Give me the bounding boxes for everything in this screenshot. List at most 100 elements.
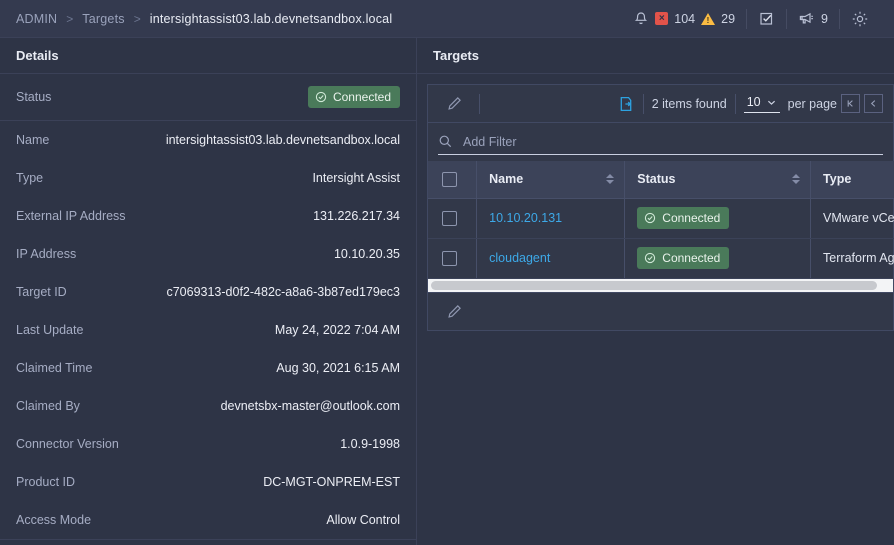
breadcrumb: ADMIN > Targets > intersightassist03.lab…	[16, 12, 622, 26]
cell-type: Terraform Agent	[810, 238, 894, 279]
row-checkbox[interactable]	[442, 250, 457, 266]
prev-page-button[interactable]	[864, 94, 883, 113]
horizontal-scrollbar[interactable]	[428, 278, 893, 292]
targets-table: Name Status Type 10.10.20.131 Connected …	[428, 161, 894, 279]
checklist-icon[interactable]	[758, 10, 775, 27]
status-badge: Connected	[637, 207, 730, 229]
column-label: Name	[489, 172, 524, 187]
page-size-value: 10	[746, 95, 761, 109]
status-badge: Connected	[307, 86, 400, 108]
status-badge-label: Connected	[332, 90, 391, 104]
critical-square-icon: ×	[655, 12, 669, 25]
cell-name: cloudagent	[476, 238, 626, 279]
top-bar: ADMIN > Targets > intersightassist03.lab…	[0, 0, 894, 38]
main-content: Details Status Connected Name intersight…	[0, 38, 894, 545]
row-select-cell[interactable]	[428, 238, 478, 279]
page-size-select[interactable]: 10	[743, 94, 780, 113]
details-label: IP Address	[16, 247, 77, 261]
row-checkbox[interactable]	[442, 210, 457, 226]
targets-pane: Targets 2 items found 10 per page Add Fi…	[417, 38, 894, 545]
details-label: Connector Version	[16, 437, 119, 451]
gear-icon[interactable]	[851, 10, 869, 28]
top-bar-actions: × 104 29 9	[622, 8, 880, 29]
details-row-access-mode: Access Mode Allow Control	[0, 501, 416, 539]
scrollbar-thumb[interactable]	[431, 280, 878, 290]
details-label: Name	[16, 133, 50, 147]
details-value: intersightassist03.lab.devnetsandbox.loc…	[165, 133, 400, 147]
tasks-button[interactable]	[747, 10, 786, 27]
warning-triangle-icon	[701, 12, 716, 25]
details-value: Aug 30, 2021 6:15 AM	[276, 361, 400, 375]
details-row-connector-version: Connector Version 1.0.9-1998	[0, 425, 416, 463]
column-label: Type	[823, 172, 852, 187]
target-link[interactable]: cloudagent	[489, 251, 550, 265]
first-page-button[interactable]	[841, 94, 860, 113]
select-all-checkbox[interactable]	[442, 171, 457, 187]
export-icon[interactable]	[617, 95, 635, 113]
status-badge-label: Connected	[662, 251, 721, 265]
cell-status: Connected	[624, 198, 812, 239]
sort-icon[interactable]	[792, 174, 801, 185]
announcements-button[interactable]: 9	[787, 10, 839, 27]
details-label: Claimed By	[16, 399, 80, 413]
details-row-product-id: Product ID DC-MGT-ONPREM-EST	[0, 463, 416, 501]
breadcrumb-separator: >	[133, 11, 141, 26]
column-header-type[interactable]: Type	[810, 161, 894, 199]
table-row[interactable]: cloudagent Connected Terraform Ag	[428, 238, 894, 279]
details-label: Type	[16, 171, 44, 185]
details-label: Claimed Time	[16, 361, 93, 375]
details-value: Allow Control	[326, 513, 400, 527]
status-badge: Connected	[637, 247, 730, 269]
sort-icon[interactable]	[606, 174, 615, 185]
details-value: 10.10.20.35	[333, 247, 400, 261]
bell-icon[interactable]	[633, 11, 649, 27]
column-header-status[interactable]: Status	[624, 161, 812, 199]
details-row-claimed-time: Claimed Time Aug 30, 2021 6:15 AM	[0, 349, 416, 387]
check-circle-icon	[644, 212, 656, 224]
details-row-type: Type Intersight Assist	[0, 159, 416, 197]
pencil-icon[interactable]	[438, 303, 471, 320]
breadcrumb-separator: >	[66, 11, 74, 26]
alarm-summary[interactable]: × 104 29	[622, 11, 746, 27]
cell-type: VMware vCenter	[810, 198, 894, 239]
filter-row: Add Filter	[428, 123, 893, 161]
settings-button[interactable]	[840, 10, 880, 28]
check-circle-icon	[315, 91, 327, 103]
details-list: Status Connected Name intersightassist03…	[0, 74, 416, 545]
row-select-cell[interactable]	[428, 198, 478, 239]
divider	[734, 93, 736, 114]
details-row-claimed-by: Claimed By devnetsbx-master@outlook.com	[0, 387, 416, 425]
chevron-down-icon	[766, 97, 777, 108]
cell-name: 10.10.20.131	[476, 198, 626, 239]
filter-input-wrap[interactable]: Add Filter	[438, 130, 883, 155]
details-row-target-id: Target ID c7069313-d0f2-482c-a8a6-3b87ed…	[0, 273, 416, 311]
filter-placeholder: Add Filter	[463, 134, 517, 149]
breadcrumb-item-targets[interactable]: Targets	[82, 12, 124, 26]
breadcrumb-item-admin[interactable]: ADMIN	[16, 12, 57, 26]
details-label: Target ID	[16, 285, 67, 299]
search-icon	[438, 134, 453, 149]
details-row-last-update: Last Update May 24, 2022 7:04 AM	[0, 311, 416, 349]
details-label: Product ID	[16, 475, 76, 489]
cell-status: Connected	[624, 238, 812, 279]
details-title: Details	[0, 38, 416, 74]
details-value: c7069313-d0f2-482c-a8a6-3b87ed179ec3	[166, 285, 400, 299]
table-header-row: Name Status Type	[428, 161, 894, 199]
pencil-icon[interactable]	[438, 95, 471, 112]
details-value: May 24, 2022 7:04 AM	[274, 323, 400, 337]
table-toolbar: 2 items found 10 per page	[428, 85, 893, 123]
status-badge-label: Connected	[662, 211, 721, 225]
megaphone-icon[interactable]	[798, 10, 815, 27]
table-row[interactable]: 10.10.20.131 Connected VMware vCe	[428, 198, 894, 239]
details-row-ip: IP Address 10.10.20.35	[0, 235, 416, 273]
target-link[interactable]: 10.10.20.131	[489, 211, 562, 225]
details-value: 1.0.9-1998	[340, 437, 400, 451]
select-all-header[interactable]	[428, 161, 478, 199]
details-row-name: Name intersightassist03.lab.devnetsandbo…	[0, 121, 416, 159]
column-header-name[interactable]: Name	[476, 161, 626, 199]
critical-count: 104	[674, 11, 696, 26]
details-value: 131.226.217.34	[313, 209, 400, 223]
targets-title: Targets	[417, 38, 894, 74]
details-label-status: Status	[16, 90, 52, 104]
details-value: Intersight Assist	[312, 171, 400, 185]
